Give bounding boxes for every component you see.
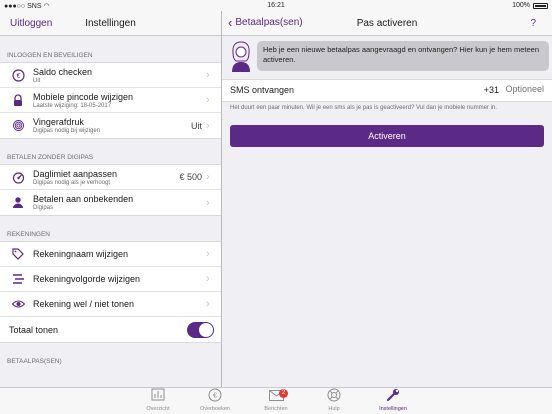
battery-indicator: 100% <box>512 2 548 9</box>
row-title: Rekeningvolgorde wijzigen <box>33 274 141 284</box>
assistant-avatar <box>228 39 254 73</box>
row-betalen-onbekenden[interactable]: Betalen aan onbekenden Digipas › <box>0 190 221 215</box>
row-saldo-checken[interactable]: € Saldo checken Uit › <box>0 63 221 88</box>
settings-list[interactable]: INLOGGEN EN BEVEILIGEN € Saldo checken Ui… <box>0 37 221 387</box>
euro-icon: € <box>9 68 27 82</box>
tab-label: Overzicht <box>146 406 170 412</box>
row-vingerafdruk[interactable]: Vingerafdruk Digipas nodig bij wijzigen U… <box>0 113 221 138</box>
section-header: BETAALPAS(SEN) <box>7 358 62 365</box>
row-title: Totaal tonen <box>9 324 59 335</box>
row-subtitle: Laatste wijziging: 18-05-2017 <box>33 102 112 109</box>
reorder-icon <box>9 273 27 285</box>
row-subtitle: Digipas <box>33 205 54 211</box>
chevron-right-icon: › <box>206 94 210 106</box>
row-title: Vingerafdruk <box>33 117 84 127</box>
lock-icon <box>9 93 27 107</box>
chevron-right-icon: › <box>206 171 210 183</box>
chevron-right-icon: › <box>206 69 210 81</box>
assistant-message: Heb je een nieuwe betaalpas aangevraagd … <box>228 39 552 75</box>
totaal-tonen-toggle[interactable] <box>187 321 214 338</box>
status-bar: ●●●○○ SNS ◠ 16:21 100% <box>0 0 552 11</box>
help-button[interactable]: ? <box>530 18 536 29</box>
tag-icon <box>9 248 27 260</box>
tab-overboeken[interactable]: € Overboeken <box>190 388 240 412</box>
country-prefix: +31 <box>483 85 499 95</box>
page-title: Instellingen <box>85 18 136 29</box>
tab-hulp[interactable]: Hulp <box>309 388 359 412</box>
chevron-right-icon: › <box>206 248 210 260</box>
row-title: Daglimiet aanpassen <box>33 168 118 179</box>
row-rekening-tonen[interactable]: Rekening wel / niet tonen › <box>0 292 221 317</box>
row-rekeningnaam[interactable]: Rekeningnaam wijzigen › <box>0 242 221 267</box>
section-header: BETALEN ZONDER DIGIPAS <box>7 154 94 161</box>
activation-panel: Heb je een nieuwe betaalpas aangevraagd … <box>222 37 552 387</box>
row-pincode-wijzigen[interactable]: Mobiele pincode wijzigen Laatste wijzigin… <box>0 88 221 113</box>
row-title: Saldo checken <box>33 66 93 77</box>
settings-group: Rekeningnaam wijzigen › Rekeningvolgorde… <box>0 241 221 343</box>
euro-icon: € <box>208 388 222 407</box>
row-totaal-tonen: Totaal tonen <box>0 317 221 342</box>
row-title: Rekening wel / niet tonen <box>33 299 135 309</box>
message-bubble: Heb je een nieuwe betaalpas aangevraagd … <box>257 41 549 71</box>
chevron-right-icon: › <box>206 298 210 310</box>
chevron-right-icon: › <box>206 196 210 209</box>
row-title: Betalen aan onbekenden <box>33 194 134 204</box>
fingerprint-icon <box>9 119 27 132</box>
tab-label: Hulp <box>328 406 340 412</box>
detail-nav-bar: ‹ Betaalpas(sen) Pas activeren ? <box>222 11 552 36</box>
section-header: REKENINGEN <box>7 231 50 238</box>
chevron-right-icon: › <box>206 119 210 132</box>
user-icon <box>9 196 27 209</box>
settings-nav-bar: Uitloggen Instellingen <box>0 11 221 36</box>
row-title: Rekeningnaam wijzigen <box>33 249 129 259</box>
section-header: INLOGGEN EN BEVEILIGEN <box>7 52 93 59</box>
tab-bar: Overzicht € Overboeken 2 Berichten Hulp … <box>0 387 552 414</box>
tab-instellingen[interactable]: Instellingen <box>368 388 418 412</box>
activate-button[interactable]: Activeren <box>230 125 544 147</box>
row-value: Uit <box>191 120 202 131</box>
sms-label: SMS ontvangen <box>230 85 295 95</box>
lifebuoy-icon <box>327 388 341 407</box>
row-subtitle: Digipas nodig als je verhoogt <box>33 179 111 186</box>
battery-icon <box>533 2 548 9</box>
tab-label: Overboeken <box>200 406 230 412</box>
detail-title: Pas activeren <box>356 18 418 29</box>
settings-group: € Saldo checken Uit › Mobiele pincode wij… <box>0 62 221 139</box>
sms-note: Het duurt een paar minuten. Wil je een s… <box>230 105 497 111</box>
wrench-icon <box>386 388 400 407</box>
row-title: Mobiele pincode wijzigen <box>33 91 134 102</box>
phone-input[interactable] <box>500 84 544 94</box>
tab-berichten[interactable]: 2 Berichten <box>251 389 301 412</box>
sms-row: SMS ontvangen +31 <box>222 79 552 102</box>
svg-text:€: € <box>213 392 217 399</box>
chevron-right-icon: › <box>206 273 210 285</box>
row-subtitle: Uit <box>33 77 41 84</box>
clock: 16:21 <box>267 2 285 9</box>
chart-icon <box>151 388 165 406</box>
eye-icon <box>9 299 27 309</box>
row-daglimiet[interactable]: Daglimiet aanpassen Digipas nodig als je … <box>0 165 221 190</box>
tab-label: Instellingen <box>379 406 407 412</box>
row-rekeningvolgorde[interactable]: Rekeningvolgorde wijzigen › <box>0 267 221 292</box>
tab-overzicht[interactable]: Overzicht <box>133 388 183 412</box>
svg-text:€: € <box>16 73 20 80</box>
gauge-icon <box>9 171 27 184</box>
unread-badge: 2 <box>279 389 288 398</box>
row-subtitle: Digipas nodig bij wijzigen <box>33 128 101 134</box>
row-value: € 500 <box>179 172 202 182</box>
tab-label: Berichten <box>264 406 288 412</box>
settings-group: Daglimiet aanpassen Digipas nodig als je … <box>0 164 221 216</box>
